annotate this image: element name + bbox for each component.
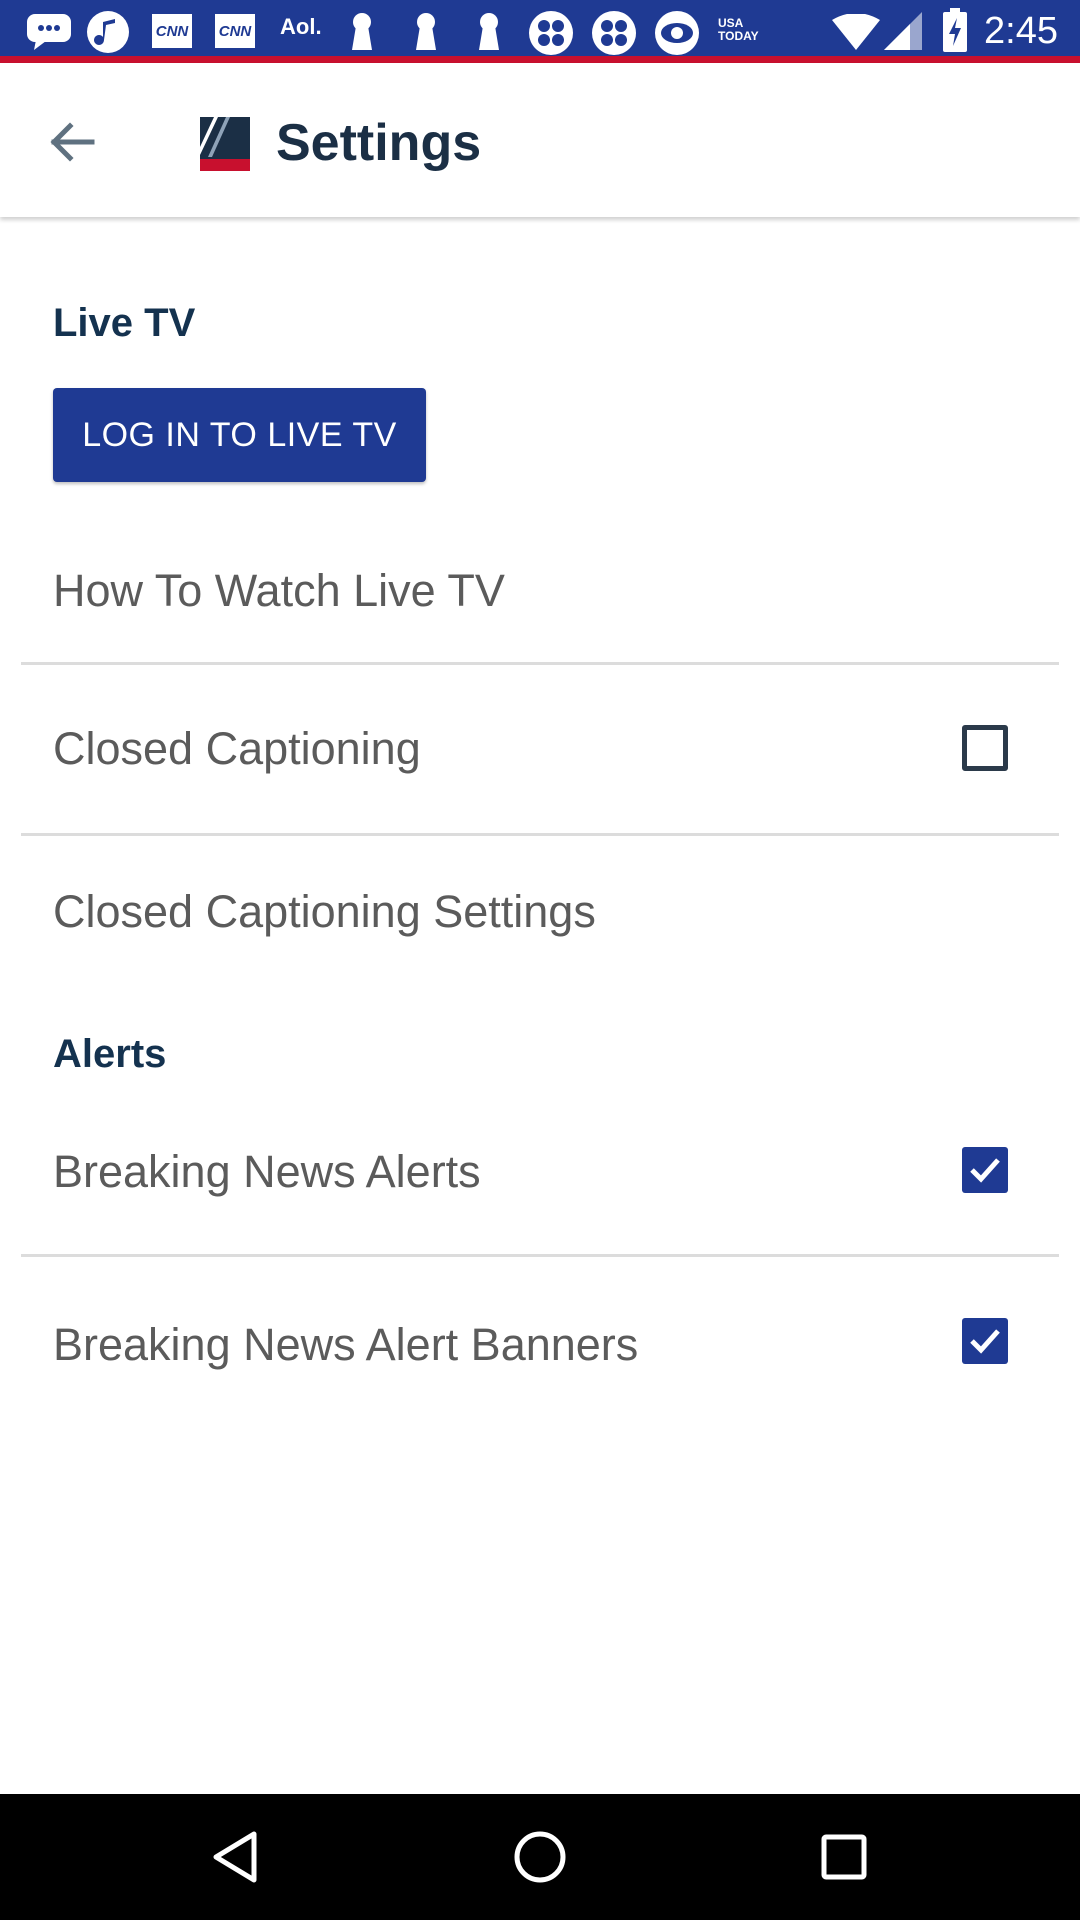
breaking-news-alert-banners-checkbox[interactable] xyxy=(962,1318,1008,1364)
cbs-eye-icon xyxy=(529,11,573,55)
closed-captioning-checkbox[interactable] xyxy=(962,725,1008,771)
battery-icon xyxy=(943,8,967,52)
back-button[interactable] xyxy=(44,117,104,167)
app-bar: Settings xyxy=(0,63,1080,217)
login-live-tv-button[interactable]: LOG IN TO LIVE TV xyxy=(53,388,426,482)
how-to-watch-row[interactable]: How To Watch Live TV xyxy=(0,540,1080,660)
closed-captioning-label: Closed Captioning xyxy=(53,723,421,774)
cnn-icon: CNN xyxy=(152,14,192,48)
nav-recents-button[interactable] xyxy=(784,1794,904,1920)
alerts-header: Alerts xyxy=(53,1032,167,1076)
closed-captioning-settings-row[interactable]: Closed Captioning Settings xyxy=(0,836,1080,986)
page-title: Settings xyxy=(276,114,482,172)
breaking-news-alerts-row[interactable]: Breaking News Alerts xyxy=(0,1110,1080,1255)
square-recents-icon xyxy=(821,1834,867,1880)
nav-home-button[interactable] xyxy=(480,1794,600,1920)
circle-home-icon xyxy=(514,1831,566,1883)
live-tv-header: Live TV xyxy=(53,301,196,345)
keyhole-icon xyxy=(479,13,499,50)
usa-today-icon: USA TODAY xyxy=(718,17,759,43)
usa-today-line2: TODAY xyxy=(718,29,759,43)
navigation-bar xyxy=(0,1794,1080,1920)
aol-icon: Aol. xyxy=(280,14,322,39)
signal-icon xyxy=(884,12,922,50)
closed-captioning-row[interactable]: Closed Captioning xyxy=(0,665,1080,835)
nav-back-button[interactable] xyxy=(176,1794,296,1920)
breaking-news-alerts-checkbox[interactable] xyxy=(962,1147,1008,1193)
eye-icon xyxy=(655,11,699,55)
cnn-label: CNN xyxy=(218,22,252,40)
arrow-left-icon xyxy=(50,122,95,162)
login-live-tv-label: LOG IN TO LIVE TV xyxy=(82,415,397,454)
triangle-back-icon xyxy=(213,1831,257,1883)
checkmark-icon xyxy=(970,1329,1000,1354)
status-bar: CNN CNN Aol. USA TODAY 2:45 xyxy=(0,0,1080,63)
breaking-news-alert-banners-row[interactable]: Breaking News Alert Banners xyxy=(0,1257,1080,1432)
app-logo-icon xyxy=(200,117,250,171)
cbs-eye-icon xyxy=(592,11,636,55)
checkmark-icon xyxy=(970,1158,1000,1183)
clock: 2:45 xyxy=(984,10,1058,52)
breaking-news-alerts-label: Breaking News Alerts xyxy=(53,1146,481,1197)
wifi-icon xyxy=(832,14,880,50)
chat-bubble-icon xyxy=(27,14,71,50)
how-to-watch-label: How To Watch Live TV xyxy=(53,565,505,616)
music-note-icon xyxy=(87,11,129,53)
cnn-icon: CNN xyxy=(215,14,255,48)
breaking-news-alert-banners-label: Breaking News Alert Banners xyxy=(53,1319,639,1370)
closed-captioning-settings-label: Closed Captioning Settings xyxy=(53,886,596,937)
keyhole-icon xyxy=(416,13,436,50)
cnn-label: CNN xyxy=(155,22,189,40)
keyhole-icon xyxy=(352,13,372,50)
